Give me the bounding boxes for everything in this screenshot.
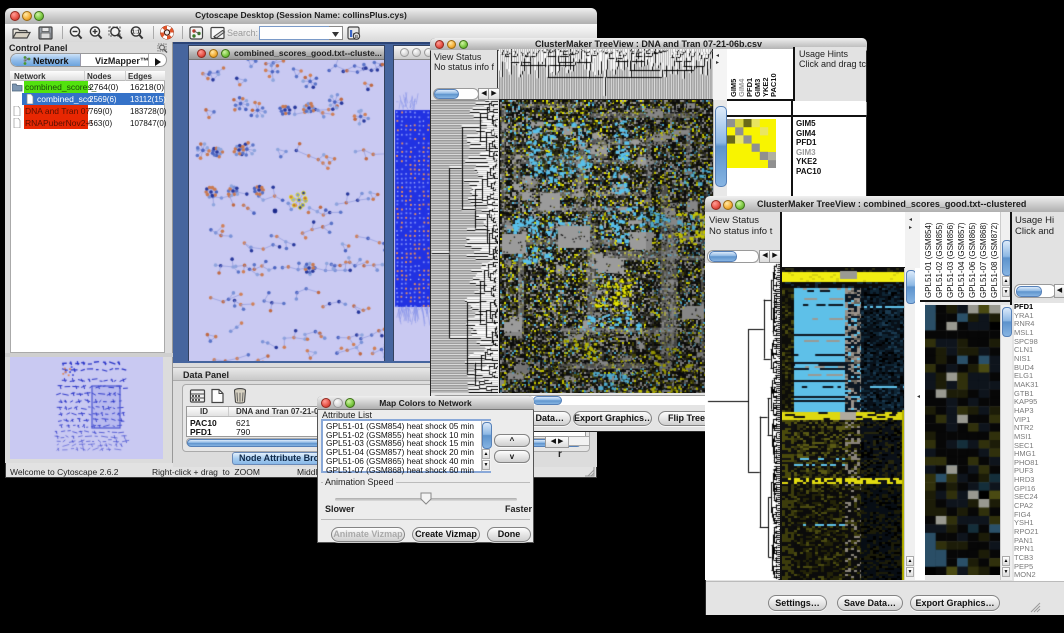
svg-text:B: B: [355, 34, 358, 39]
svg-text:1:1: 1:1: [132, 30, 140, 36]
